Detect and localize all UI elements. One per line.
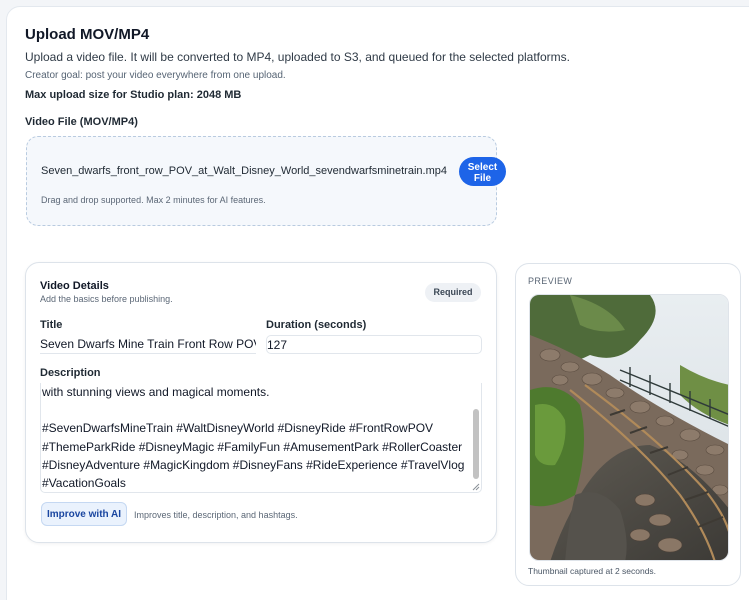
- preview-card: PREVIEW Thumbnail captured at 2 seconds.: [515, 263, 741, 586]
- thumbnail-image: [530, 295, 728, 560]
- title-input[interactable]: [40, 335, 256, 354]
- dropzone-hint: Drag and drop supported. Max 2 minutes f…: [41, 195, 266, 205]
- improve-with-ai-button[interactable]: Improve with AI: [41, 502, 127, 526]
- page-subtitle: Upload a video file. It will be converte…: [25, 50, 570, 64]
- improve-hint: Improves title, description, and hashtag…: [134, 510, 298, 520]
- page-title: Upload MOV/MP4: [25, 26, 150, 43]
- video-details-card: Video Details Add the basics before publ…: [25, 262, 497, 543]
- video-file-label: Video File (MOV/MP4): [25, 116, 138, 128]
- card-subtitle: Add the basics before publishing.: [40, 294, 173, 304]
- file-dropzone[interactable]: Seven_dwarfs_front_row_POV_at_Walt_Disne…: [26, 136, 506, 226]
- description-label: Description: [40, 367, 101, 379]
- max-upload-size-text: Max upload size for Studio plan: 2048 MB: [25, 89, 242, 101]
- thumbnail-caption: Thumbnail captured at 2 seconds.: [528, 566, 657, 576]
- preview-label: PREVIEW: [528, 276, 573, 286]
- video-thumbnail: [529, 294, 729, 561]
- description-scrollbar-thumb[interactable]: [473, 409, 479, 479]
- title-label: Title: [40, 319, 63, 331]
- description-text: with stunning views and magical moments.…: [42, 385, 465, 491]
- card-title: Video Details: [40, 280, 109, 292]
- duration-input[interactable]: [266, 335, 482, 354]
- select-file-button[interactable]: Select File: [459, 157, 506, 186]
- description-textarea[interactable]: with stunning views and magical moments.…: [40, 383, 482, 493]
- selected-filename: Seven_dwarfs_front_row_POV_at_Walt_Disne…: [41, 165, 447, 177]
- resize-grip-icon[interactable]: [472, 483, 480, 491]
- duration-label: Duration (seconds): [266, 319, 367, 331]
- required-badge: Required: [425, 283, 481, 302]
- creator-goal-text: Creator goal: post your video everywhere…: [25, 70, 286, 81]
